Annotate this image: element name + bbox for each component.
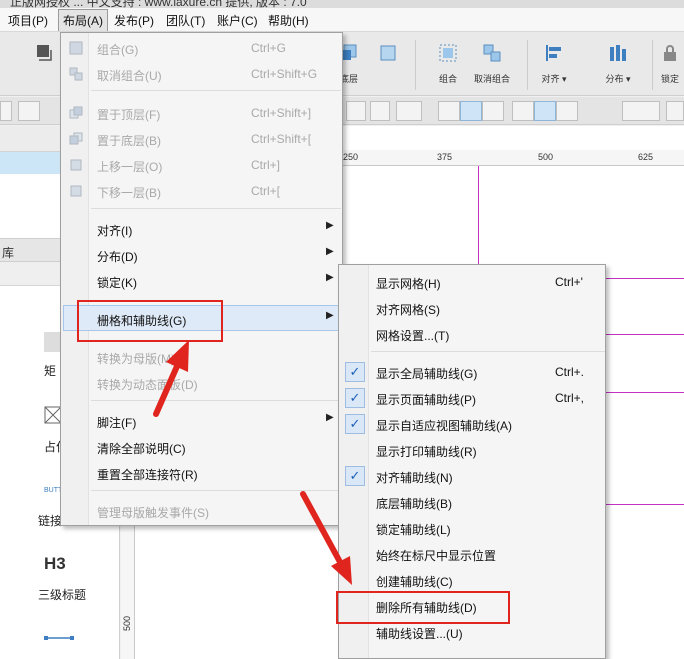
arrow-up-head-icon [166, 340, 189, 372]
annotation-arrows [153, 340, 352, 585]
arrow-down-icon [300, 491, 343, 565]
arrow-up-icon [153, 361, 181, 417]
